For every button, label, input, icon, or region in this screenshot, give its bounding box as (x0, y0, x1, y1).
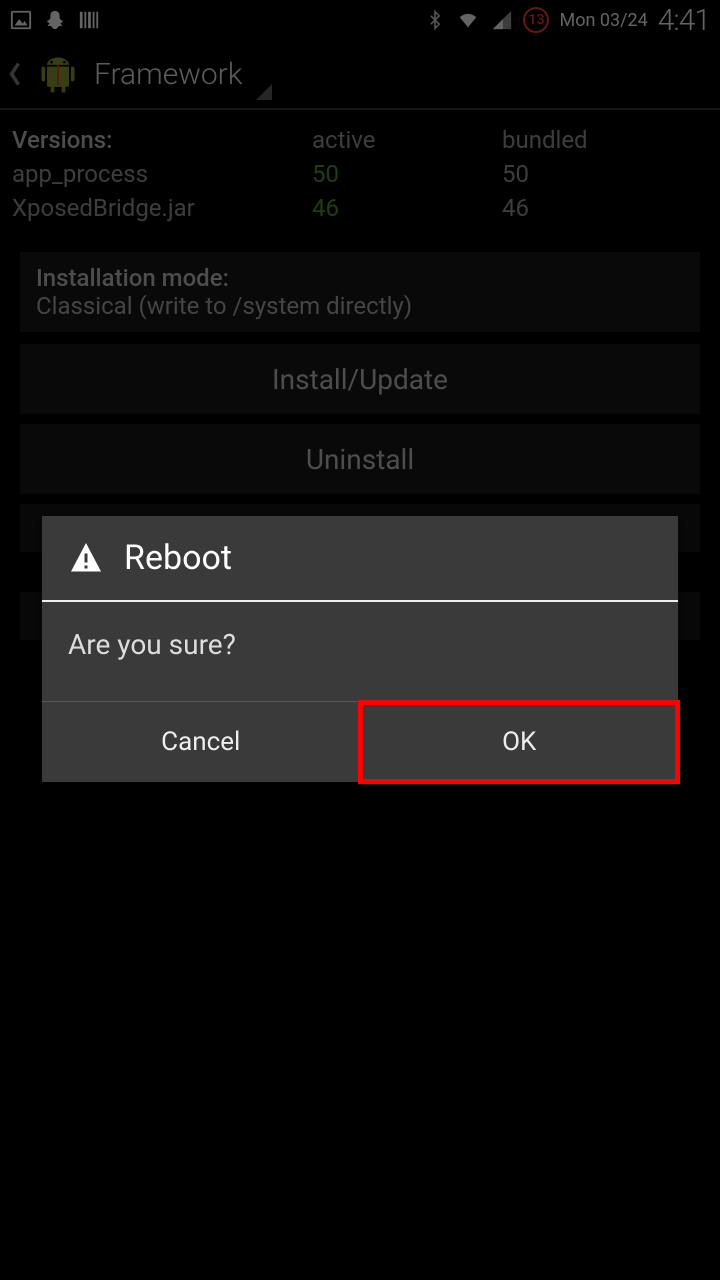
col-bundled-header: bundled (502, 126, 708, 154)
gallery-icon (10, 9, 32, 31)
snapchat-icon (44, 9, 66, 31)
install-update-label: Install/Update (272, 363, 448, 396)
uninstall-button[interactable]: Uninstall (20, 424, 700, 494)
android-icon (36, 50, 80, 98)
version-name: XposedBridge.jar (12, 194, 312, 222)
bluetooth-icon (425, 9, 445, 31)
wifi-icon (455, 9, 481, 31)
version-active: 46 (312, 194, 502, 222)
action-bar[interactable]: Framework (0, 40, 720, 110)
dialog-title: Reboot (124, 538, 232, 578)
cancel-button[interactable]: Cancel (42, 702, 360, 782)
notification-badge: 13 (523, 7, 549, 33)
versions-header-label: Versions: (12, 126, 312, 154)
page-title-text: Framework (94, 57, 242, 92)
dropdown-indicator-icon (256, 84, 272, 100)
ok-label: OK (502, 727, 536, 757)
barcode-icon (78, 9, 100, 31)
install-update-button[interactable]: Install/Update (20, 344, 700, 414)
status-left (10, 9, 100, 31)
back-icon[interactable] (8, 59, 22, 89)
dialog-actions: Cancel OK (42, 702, 678, 782)
col-active-header: active (312, 126, 502, 154)
cancel-label: Cancel (161, 727, 240, 757)
version-active: 50 (312, 160, 502, 188)
dialog-title-bar: Reboot (42, 516, 678, 602)
dialog-message: Are you sure? (42, 602, 678, 702)
signal-icon (491, 9, 513, 31)
uninstall-label: Uninstall (306, 443, 414, 476)
status-time: 4:41 (658, 3, 710, 38)
warning-icon (68, 540, 104, 576)
reboot-dialog: Reboot Are you sure? Cancel OK (42, 516, 678, 782)
page-title[interactable]: Framework (94, 57, 272, 92)
table-row: app_process 50 50 (12, 160, 708, 188)
install-mode-label: Installation mode: (36, 264, 684, 292)
table-row: XposedBridge.jar 46 46 (12, 194, 708, 222)
version-bundled: 50 (502, 160, 708, 188)
install-mode-value: Classical (write to /system directly) (36, 292, 684, 320)
version-bundled: 46 (502, 194, 708, 222)
ok-button[interactable]: OK (360, 702, 679, 782)
status-bar: 13 Mon 03/24 4:41 (0, 0, 720, 40)
install-mode-box[interactable]: Installation mode: Classical (write to /… (20, 252, 700, 332)
version-name: app_process (12, 160, 312, 188)
status-right: 13 Mon 03/24 4:41 (425, 3, 710, 38)
status-date: Mon 03/24 (559, 10, 647, 31)
versions-table: Versions: active bundled app_process 50 … (0, 110, 720, 238)
